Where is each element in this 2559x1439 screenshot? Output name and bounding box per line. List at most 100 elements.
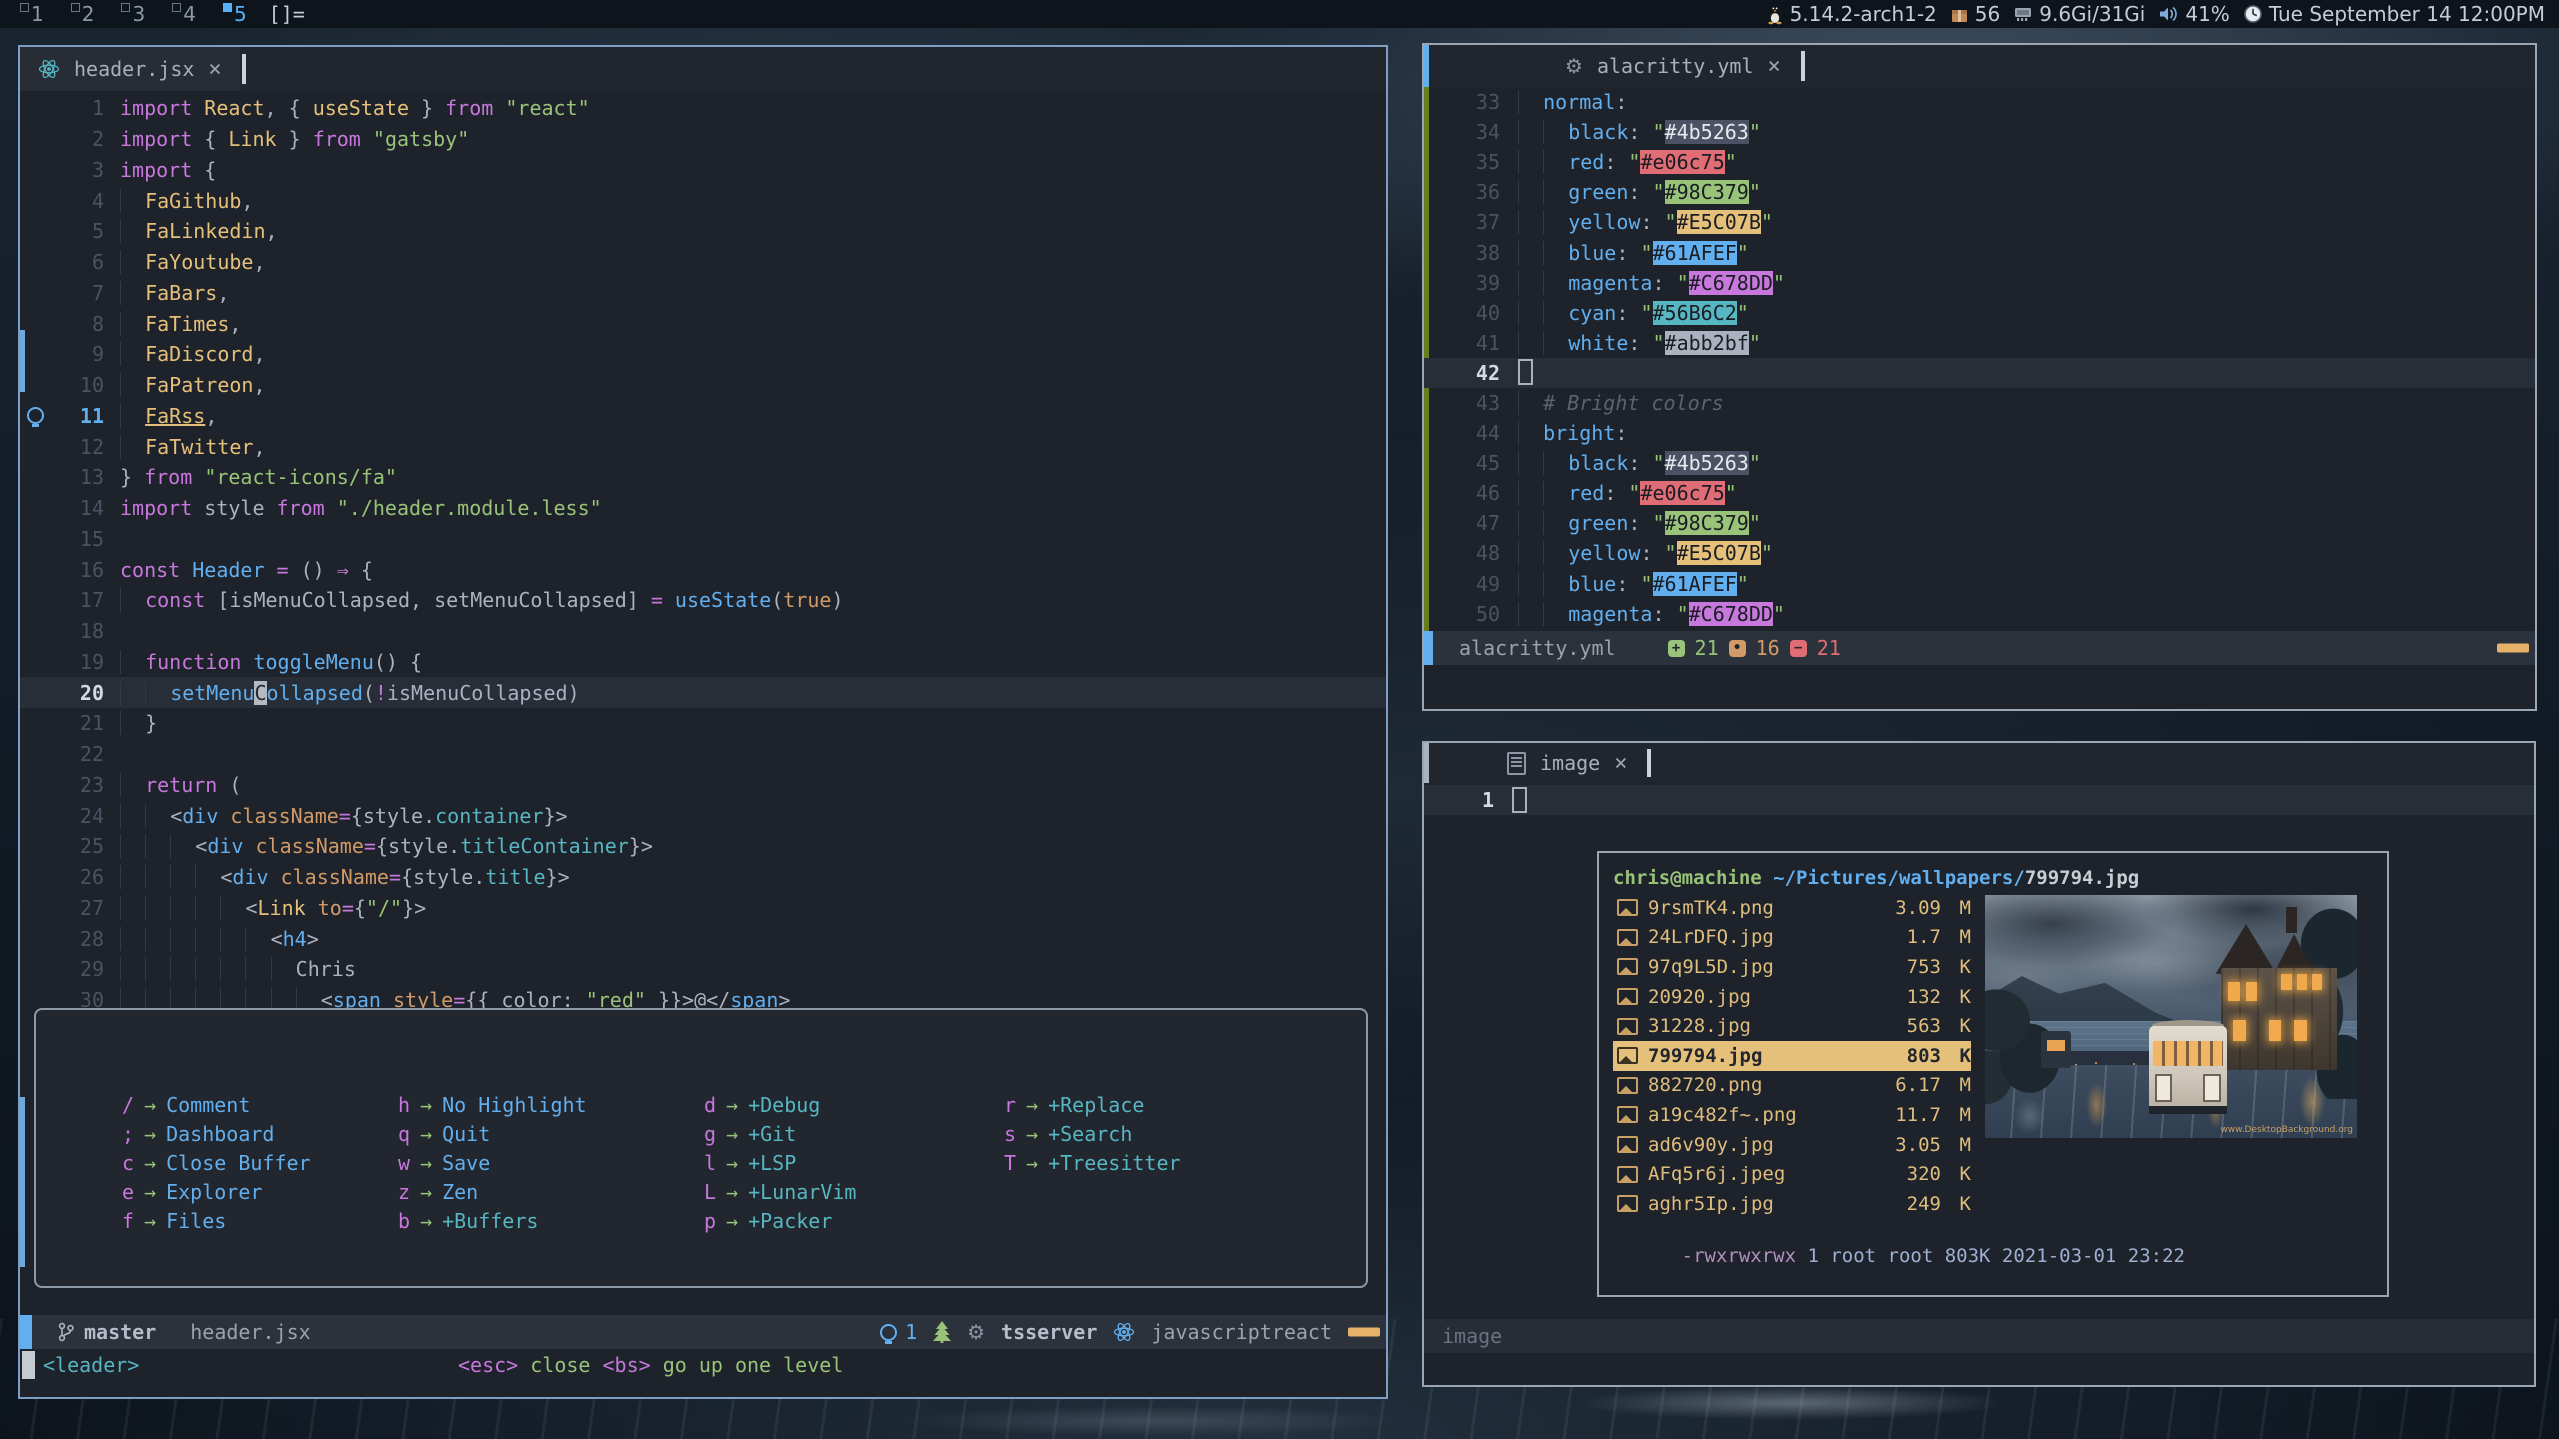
scrollbar-mark[interactable]	[20, 330, 25, 392]
file-row[interactable]: 20920.jpg132K	[1613, 982, 1971, 1012]
code-line[interactable]: 24 <div className={style.container}>	[20, 800, 1386, 831]
code-line[interactable]: 44 bright:	[1424, 418, 2535, 448]
file-row[interactable]: 882720.png6.17M	[1613, 1071, 1971, 1101]
code-line[interactable]: 17 const [isMenuCollapsed, setMenuCollap…	[20, 585, 1386, 616]
code-line[interactable]: 45 black: "#4b5263"	[1424, 448, 2535, 478]
arrow-icon: →	[1016, 1122, 1048, 1146]
buffer-line[interactable]: 1	[1424, 785, 2534, 815]
command-line[interactable]: <leader> <esc> close <bs> go up one leve…	[20, 1349, 1386, 1381]
code-line[interactable]: 12 FaTwitter,	[20, 431, 1386, 462]
preview-watermark: www.DesktopBackground.org	[2220, 1125, 2353, 1135]
tab-close-icon[interactable]: ×	[1767, 54, 1780, 79]
workspace-2[interactable]: 2	[71, 2, 95, 26]
whichkey-item[interactable]: s→+Search	[1004, 1119, 1366, 1148]
tab-image[interactable]: image ×	[1489, 743, 1645, 783]
workspace-4[interactable]: 4	[172, 2, 196, 26]
file-row[interactable]: a19c482f~.png11.7M	[1613, 1100, 1971, 1130]
code-line[interactable]: 9 FaDiscord,	[20, 339, 1386, 370]
whichkey-item[interactable]: e→Explorer	[122, 1177, 398, 1206]
diagnostics-hint[interactable]: 1	[880, 1320, 917, 1344]
code-line[interactable]: 34 black: "#4b5263"	[1424, 117, 2535, 147]
file-row[interactable]: 97q9L5D.jpg753K	[1613, 952, 1971, 982]
code-line[interactable]: 49 blue: "#61AFEF"	[1424, 569, 2535, 599]
code-line[interactable]: 23 return (	[20, 770, 1386, 801]
file-row[interactable]: aghr5Ip.jpg249K	[1613, 1189, 1971, 1219]
tab-close-icon[interactable]: ×	[208, 57, 221, 82]
code-line[interactable]: 14import style from "./header.module.les…	[20, 493, 1386, 524]
code-line[interactable]: 42	[1424, 358, 2535, 388]
code-line[interactable]: 1import React, { useState } from "react"	[20, 93, 1386, 124]
code-line[interactable]: 48 yellow: "#E5C07B"	[1424, 538, 2535, 568]
code-line[interactable]: 6 FaYoutube,	[20, 247, 1386, 278]
whichkey-item[interactable]: p→+Packer	[704, 1206, 1004, 1235]
whichkey-item[interactable]: l→+LSP	[704, 1148, 1004, 1177]
code-line[interactable]: 22	[20, 739, 1386, 770]
file-row[interactable]: AFq5r6j.jpeg320K	[1613, 1159, 1971, 1189]
code-line[interactable]: 21 }	[20, 708, 1386, 739]
whichkey-item[interactable]: L→+LunarVim	[704, 1177, 1004, 1206]
whichkey-item[interactable]: q→Quit	[398, 1119, 704, 1148]
code-line[interactable]: 38 blue: "#61AFEF"	[1424, 237, 2535, 267]
code-line[interactable]: 3import {	[20, 155, 1386, 186]
code-line[interactable]: 37 yellow: "#E5C07B"	[1424, 207, 2535, 237]
workspace-5[interactable]: 5	[223, 2, 247, 26]
code-token: container	[435, 804, 543, 828]
code-line[interactable]: 28 <h4>	[20, 923, 1386, 954]
code-line[interactable]: 2import { Link } from "gatsby"	[20, 124, 1386, 155]
code-line[interactable]: 29 Chris	[20, 954, 1386, 985]
code-line[interactable]: 11 FaRss,	[20, 401, 1386, 432]
code-line[interactable]: 8 FaTimes,	[20, 308, 1386, 339]
code-line[interactable]: 10 FaPatreon,	[20, 370, 1386, 401]
whichkey-item[interactable]	[1004, 1177, 1366, 1206]
file-row[interactable]: 31228.jpg563K	[1613, 1011, 1971, 1041]
whichkey-item[interactable]: g→+Git	[704, 1119, 1004, 1148]
code-line[interactable]: 39 magenta: "#C678DD"	[1424, 268, 2535, 298]
whichkey-item[interactable]: h→No Highlight	[398, 1090, 704, 1119]
code-line[interactable]: 19 function toggleMenu() {	[20, 647, 1386, 678]
whichkey-item[interactable]: f→Files	[122, 1206, 398, 1235]
whichkey-item[interactable]: ;→Dashboard	[122, 1119, 398, 1148]
file-row[interactable]: 799794.jpg803K	[1613, 1041, 1971, 1071]
code-line[interactable]: 43 # Bright colors	[1424, 388, 2535, 418]
tab-alacritty-yml[interactable]: ⚙ alacritty.yml ×	[1547, 45, 1799, 87]
code-line[interactable]: 41 white: "#abb2bf"	[1424, 328, 2535, 358]
code-line[interactable]: 5 FaLinkedin,	[20, 216, 1386, 247]
workspace-3[interactable]: 3	[121, 2, 145, 26]
code-line[interactable]: 20 setMenuCollapsed(!isMenuCollapsed)	[20, 677, 1386, 708]
code-line[interactable]: 47 green: "#98C379"	[1424, 508, 2535, 538]
whichkey-item[interactable]: r→+Replace	[1004, 1090, 1366, 1119]
code-line[interactable]: 13} from "react-icons/fa"	[20, 462, 1386, 493]
file-row[interactable]: 9rsmTK4.png3.09M	[1613, 893, 1971, 923]
file-row[interactable]: 24LrDFQ.jpg1.7M	[1613, 923, 1971, 953]
code-line[interactable]: 33 normal:	[1424, 87, 2535, 117]
whichkey-item[interactable]: T→+Treesitter	[1004, 1148, 1366, 1177]
whichkey-item[interactable]: z→Zen	[398, 1177, 704, 1206]
code-line[interactable]: 46 red: "#e06c75"	[1424, 478, 2535, 508]
code-line[interactable]: 16const Header = () ⇒ {	[20, 554, 1386, 585]
code-line[interactable]: 40 cyan: "#56B6C2"	[1424, 298, 2535, 328]
code-line[interactable]: 26 <div className={style.title}>	[20, 862, 1386, 893]
tab-header-jsx[interactable]: header.jsx ×	[20, 47, 240, 91]
code-line[interactable]: 4 FaGithub,	[20, 185, 1386, 216]
whichkey-item[interactable]: d→+Debug	[704, 1090, 1004, 1119]
whichkey-item[interactable]: c→Close Buffer	[122, 1148, 398, 1177]
tab-close-icon[interactable]: ×	[1614, 751, 1627, 776]
code-line[interactable]: 50 magenta: "#C678DD"	[1424, 599, 2535, 629]
whichkey-item[interactable]: b→+Buffers	[398, 1206, 704, 1235]
code-line[interactable]: 27 <Link to={"/"}>	[20, 893, 1386, 924]
whichkey-item[interactable]	[1004, 1206, 1366, 1235]
code-line[interactable]: 7 FaBars,	[20, 278, 1386, 309]
code-line[interactable]: 36 green: "#98C379"	[1424, 177, 2535, 207]
workspace-1[interactable]: 1	[20, 2, 44, 26]
file-list: 9rsmTK4.png3.09M24LrDFQ.jpg1.7M97q9L5D.j…	[1613, 893, 1971, 1219]
whichkey-item[interactable]: w→Save	[398, 1148, 704, 1177]
code-line[interactable]: 15	[20, 524, 1386, 555]
whichkey-item[interactable]: /→Comment	[122, 1090, 398, 1119]
code-line[interactable]: 18	[20, 616, 1386, 647]
scrollbar-mark[interactable]	[20, 1097, 25, 1267]
lightbulb-icon[interactable]	[27, 407, 44, 424]
file-row[interactable]: ad6v90y.jpg3.05M	[1613, 1130, 1971, 1160]
git-branch[interactable]: master	[58, 1320, 156, 1344]
code-line[interactable]: 25 <div className={style.titleContainer}…	[20, 831, 1386, 862]
code-line[interactable]: 35 red: "#e06c75"	[1424, 147, 2535, 177]
